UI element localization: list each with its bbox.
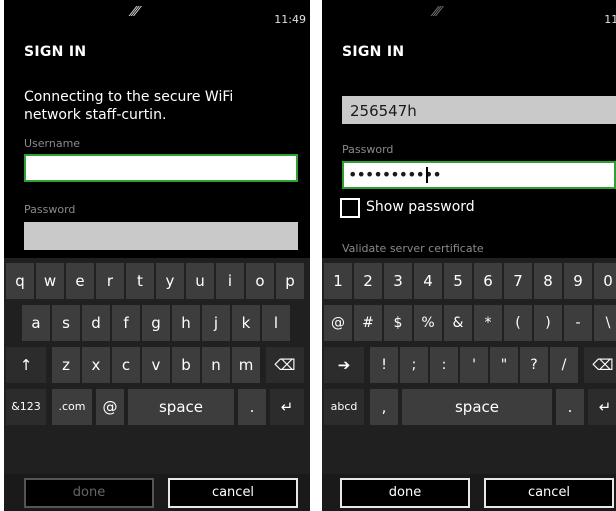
key-5[interactable]: 5 (444, 263, 472, 299)
action-bar: done cancel (4, 474, 310, 511)
key-period[interactable]: . (238, 389, 266, 425)
key-2[interactable]: 2 (354, 263, 382, 299)
show-password-label: Show password (366, 199, 475, 215)
key-j[interactable]: j (202, 305, 230, 341)
key-percent[interactable]: % (414, 305, 442, 341)
cancel-button[interactable]: cancel (168, 478, 298, 508)
key-hyphen[interactable]: - (564, 305, 592, 341)
key-period[interactable]: . (556, 389, 584, 425)
space-key[interactable]: space (402, 389, 552, 425)
key-7[interactable]: 7 (504, 263, 532, 299)
key-b[interactable]: b (172, 347, 200, 383)
key-slash[interactable]: / (550, 347, 578, 383)
username-input[interactable]: 256547h (342, 96, 616, 124)
status-bar: ⁄⁄⁄ 11:49 (322, 0, 616, 34)
validate-server-certificate-label: Validate server certificate (342, 242, 484, 255)
connection-message: Connecting to the secure WiFi network st… (24, 89, 234, 123)
key-i[interactable]: i (216, 263, 244, 299)
key-s[interactable]: s (52, 305, 80, 341)
key-3[interactable]: 3 (384, 263, 412, 299)
password-input[interactable] (24, 222, 298, 250)
key-exclamation[interactable]: ! (370, 347, 398, 383)
letters-key[interactable]: abcd (324, 389, 364, 425)
text-caret (426, 167, 428, 183)
key-open-paren[interactable]: ( (504, 305, 532, 341)
key-semicolon[interactable]: ; (400, 347, 428, 383)
page-title: SIGN IN (342, 44, 405, 60)
left-phone-screen: ⁄⁄⁄ 11:49 SIGN IN Connecting to the secu… (4, 0, 310, 511)
clock: 11:49 (274, 13, 306, 26)
key-0[interactable]: 0 (594, 263, 616, 299)
key-v[interactable]: v (142, 347, 170, 383)
key-close-paren[interactable]: ) (534, 305, 562, 341)
dotcom-key[interactable]: .com (52, 389, 92, 425)
done-button[interactable]: done (340, 478, 470, 508)
key-6[interactable]: 6 (474, 263, 502, 299)
key-y[interactable]: y (156, 263, 184, 299)
key-w[interactable]: w (36, 263, 64, 299)
key-z[interactable]: z (52, 347, 80, 383)
key-question[interactable]: ? (520, 347, 548, 383)
shift-key[interactable]: ↑ (6, 347, 46, 383)
space-key[interactable]: space (128, 389, 234, 425)
key-o[interactable]: o (246, 263, 274, 299)
cancel-button[interactable]: cancel (484, 478, 614, 508)
symbols-key[interactable]: &123 (6, 389, 46, 425)
key-asterisk[interactable]: * (474, 305, 502, 341)
clock: 11:49 (604, 13, 616, 26)
show-password-checkbox[interactable] (340, 198, 360, 218)
key-4[interactable]: 4 (414, 263, 442, 299)
key-r[interactable]: r (96, 263, 124, 299)
key-apostrophe[interactable]: ' (460, 347, 488, 383)
wifi-signal-icon: ⁄⁄⁄ (434, 5, 441, 20)
key-f[interactable]: f (112, 305, 140, 341)
key-hash[interactable]: # (354, 305, 382, 341)
key-m[interactable]: m (232, 347, 260, 383)
key-8[interactable]: 8 (534, 263, 562, 299)
password-label: Password (24, 203, 76, 216)
key-c[interactable]: c (112, 347, 140, 383)
backspace-key[interactable]: ⌫ (584, 347, 616, 383)
key-t[interactable]: t (126, 263, 154, 299)
key-x[interactable]: x (82, 347, 110, 383)
key-l[interactable]: l (262, 305, 290, 341)
key-at[interactable]: @ (324, 305, 352, 341)
key-1[interactable]: 1 (324, 263, 352, 299)
enter-key[interactable]: ↵ (270, 389, 304, 425)
username-input[interactable] (24, 154, 298, 182)
done-button[interactable]: done (24, 478, 154, 508)
key-d[interactable]: d (82, 305, 110, 341)
page-title: SIGN IN (24, 44, 87, 60)
key-a[interactable]: a (22, 305, 50, 341)
key-dollar[interactable]: $ (384, 305, 412, 341)
key-g[interactable]: g (142, 305, 170, 341)
key-9[interactable]: 9 (564, 263, 592, 299)
enter-key[interactable]: ↵ (588, 389, 616, 425)
next-arrow-key[interactable]: ➔ (324, 347, 364, 383)
key-h[interactable]: h (172, 305, 200, 341)
backspace-key[interactable]: ⌫ (266, 347, 304, 383)
wifi-signal-icon: ⁄⁄⁄ (132, 5, 139, 20)
key-u[interactable]: u (186, 263, 214, 299)
key-backslash[interactable]: \ (594, 305, 616, 341)
key-comma[interactable]: , (370, 389, 398, 425)
key-quote[interactable]: " (490, 347, 518, 383)
key-n[interactable]: n (202, 347, 230, 383)
right-phone-screen: ⁄⁄⁄ 11:49 SIGN IN 256547h Password •••••… (322, 0, 616, 511)
key-q[interactable]: q (6, 263, 34, 299)
password-label: Password (342, 143, 394, 156)
action-bar: done cancel (322, 474, 616, 511)
key-at[interactable]: @ (96, 389, 124, 425)
key-p[interactable]: p (276, 263, 304, 299)
status-bar: ⁄⁄⁄ 11:49 (4, 0, 310, 34)
key-ampersand[interactable]: & (444, 305, 472, 341)
password-input[interactable]: ••••••••••• (342, 161, 616, 189)
key-colon[interactable]: : (430, 347, 458, 383)
username-label: Username (24, 137, 81, 150)
key-e[interactable]: e (66, 263, 94, 299)
key-k[interactable]: k (232, 305, 260, 341)
